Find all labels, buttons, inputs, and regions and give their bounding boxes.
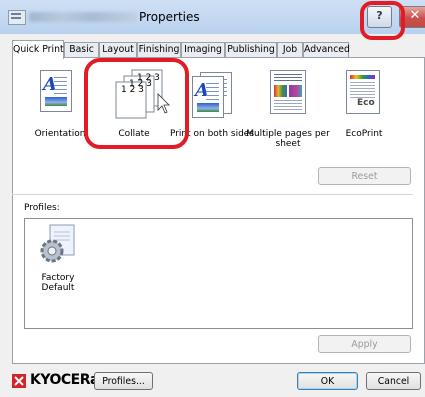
kyocera-logo-icon xyxy=(12,374,26,388)
tile-label: Multiple pages per sheet xyxy=(246,129,330,149)
tab-basic[interactable]: Basic xyxy=(64,42,99,57)
tab-imaging[interactable]: Imaging xyxy=(181,42,225,57)
section-divider xyxy=(12,194,413,195)
tab-quick-print[interactable]: Quick Print xyxy=(12,40,64,59)
profile-label: Factory Default xyxy=(41,273,75,293)
help-icon: ? xyxy=(376,9,383,22)
multiple-pages-icon xyxy=(270,70,306,114)
help-button[interactable]: ? xyxy=(367,6,392,28)
properties-window: Properties ? ✕ Quick Print Basic Layout … xyxy=(0,0,425,397)
profiles-list[interactable]: Factory Default xyxy=(24,218,413,329)
tab-finishing[interactable]: Finishing xyxy=(137,42,181,57)
duplex-icon: A xyxy=(192,76,224,118)
window-title: Properties xyxy=(139,10,200,24)
tile-label: Print on both sides xyxy=(169,129,255,139)
apply-button[interactable]: Apply xyxy=(318,335,411,353)
collate-page-1-label: 1 2 3 xyxy=(121,85,144,95)
eco-label: Eco xyxy=(357,98,375,108)
tile-label: Collate xyxy=(118,129,150,139)
tile-orientation[interactable]: A Orientation xyxy=(24,70,96,155)
tile-collate[interactable]: 1 2 3 1 2 3 1 2 3 Collate xyxy=(98,69,170,155)
cancel-button[interactable]: Cancel xyxy=(366,372,421,390)
tab-layout[interactable]: Layout xyxy=(99,42,137,57)
ecoprint-icon: Eco xyxy=(346,70,380,114)
factory-default-icon xyxy=(40,224,75,263)
reset-button[interactable]: Reset xyxy=(318,167,411,185)
ok-button[interactable]: OK xyxy=(297,372,358,390)
close-icon: ✕ xyxy=(409,8,421,23)
profiles-button[interactable]: Profiles... xyxy=(94,372,153,390)
blurred-printer-name xyxy=(29,12,137,22)
tab-advanced[interactable]: Advanced xyxy=(303,42,350,57)
tab-publishing[interactable]: Publishing xyxy=(225,42,277,57)
tile-ecoprint[interactable]: Eco EcoPrint xyxy=(328,70,400,155)
tab-job[interactable]: Job xyxy=(277,42,303,57)
tile-print-on-both-sides[interactable]: A Print on both sides xyxy=(170,70,254,155)
orientation-icon: A xyxy=(40,70,72,112)
profile-item-factory-default[interactable]: Factory Default xyxy=(30,223,86,299)
profiles-label: Profiles: xyxy=(24,203,60,213)
title-bar[interactable]: Properties ? ✕ xyxy=(0,0,425,34)
close-button[interactable]: ✕ xyxy=(399,6,425,28)
printer-app-icon xyxy=(8,10,26,25)
kyocera-brand: KYOCERa xyxy=(30,372,99,388)
tile-label: EcoPrint xyxy=(345,129,383,139)
tile-multiple-pages[interactable]: Multiple pages per sheet xyxy=(246,70,330,155)
